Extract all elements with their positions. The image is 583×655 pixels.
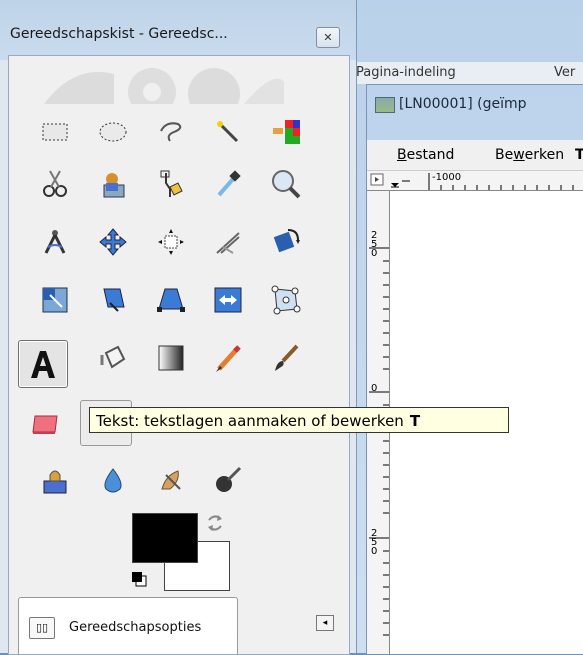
tab-menu-button[interactable]: ◂ bbox=[316, 615, 334, 631]
tool-free-select[interactable] bbox=[148, 112, 194, 152]
blur-icon bbox=[104, 468, 122, 493]
menu-bestand-rest: estand bbox=[406, 147, 455, 163]
tool-foreground-select[interactable] bbox=[90, 164, 136, 204]
tool-cage-transform[interactable] bbox=[263, 280, 309, 320]
tool-paintbrush[interactable] bbox=[263, 338, 309, 378]
tooltip-shortcut: T bbox=[409, 412, 421, 430]
menu-ver[interactable]: Ver bbox=[554, 65, 575, 80]
tool-dodge-burn[interactable] bbox=[205, 460, 251, 500]
wilber-logo bbox=[44, 68, 284, 104]
tool-options-icon: ▯▯ bbox=[29, 617, 55, 639]
shear-icon bbox=[103, 288, 125, 312]
menu-bewerken-a: Be bbox=[495, 147, 514, 163]
tool-clone[interactable] bbox=[32, 460, 78, 500]
tab-tool-options-label: Gereedschapsopties bbox=[69, 620, 202, 635]
zoom-icon bbox=[272, 170, 301, 199]
tool-bucket-fill[interactable] bbox=[90, 338, 136, 378]
select-by-color-icon bbox=[273, 120, 300, 144]
dodge-burn-icon bbox=[216, 466, 242, 492]
foreground-select-icon bbox=[103, 173, 125, 198]
crop-icon bbox=[216, 232, 240, 254]
align-icon bbox=[158, 229, 184, 255]
flip-icon bbox=[214, 287, 242, 313]
background-menubar: Pagina-indeling Ver bbox=[340, 62, 583, 84]
ellipse-select-icon bbox=[99, 122, 127, 142]
perspective-icon bbox=[157, 288, 185, 312]
tool-ellipse-select[interactable] bbox=[90, 112, 136, 152]
tool-rotate[interactable] bbox=[263, 222, 309, 262]
image-menubar: Bestand Bewerken T bbox=[367, 140, 583, 171]
tool-move[interactable] bbox=[90, 222, 136, 262]
tool-select-by-color[interactable] bbox=[263, 112, 309, 152]
tool-zoom[interactable] bbox=[263, 164, 309, 204]
tool-blend[interactable] bbox=[148, 338, 194, 378]
tool-rect-select[interactable] bbox=[32, 112, 78, 152]
close-button[interactable]: ✕ bbox=[316, 27, 340, 48]
free-select-icon bbox=[160, 122, 182, 142]
scissors-select-icon bbox=[43, 170, 67, 197]
menu-bewerken[interactable]: Bewerken bbox=[495, 147, 564, 163]
fuzzy-select-icon bbox=[217, 121, 239, 143]
ruler-top-ticks bbox=[391, 173, 574, 190]
pencil-icon bbox=[216, 345, 241, 372]
clone-icon bbox=[43, 470, 67, 494]
image-window-title: [LN00001] (geïmp bbox=[399, 96, 527, 112]
tool-scissors-select[interactable] bbox=[32, 164, 78, 204]
menu-bestand[interactable]: Bestand bbox=[397, 147, 454, 163]
swap-colors-icon[interactable] bbox=[204, 512, 226, 534]
smudge-icon bbox=[161, 470, 181, 490]
tooltip: Tekst: tekstlagen aanmaken of bewerken T bbox=[89, 407, 509, 433]
ruler-menu-icon bbox=[370, 173, 384, 186]
menu-bewerken-b: erken bbox=[524, 147, 565, 163]
tool-align[interactable] bbox=[148, 222, 194, 262]
rotate-icon bbox=[273, 229, 300, 253]
menu-truncated[interactable]: T bbox=[575, 147, 583, 163]
rect-select-icon bbox=[42, 123, 68, 141]
tool-eraser[interactable] bbox=[22, 404, 68, 444]
tool-flip[interactable] bbox=[205, 280, 251, 320]
toolbox-title: Gereedschapskist - Gereedsc... bbox=[10, 26, 228, 42]
measure-icon bbox=[44, 230, 66, 254]
cage-transform-icon bbox=[271, 285, 301, 315]
menu-bewerken-accel: w bbox=[513, 147, 525, 163]
tool-fuzzy-select[interactable] bbox=[205, 112, 251, 152]
tool-measure[interactable] bbox=[32, 222, 78, 262]
paintbrush-icon bbox=[275, 344, 299, 371]
image-window: [LN00001] (geïmp Bestand Bewerken T -100… bbox=[366, 84, 583, 654]
tool-smudge[interactable] bbox=[148, 460, 194, 500]
tool-scale[interactable] bbox=[32, 280, 78, 320]
tool-text[interactable] bbox=[18, 340, 68, 388]
color-picker-icon bbox=[217, 170, 241, 197]
tool-shear[interactable] bbox=[90, 280, 136, 320]
tab-menu-icon: ◂ bbox=[322, 618, 328, 628]
tool-paths[interactable] bbox=[148, 164, 194, 204]
tool-perspective[interactable] bbox=[148, 280, 194, 320]
foreground-color-swatch[interactable] bbox=[132, 513, 198, 563]
image-thumbnail-icon bbox=[375, 97, 395, 113]
eraser-icon bbox=[32, 415, 58, 434]
bucket-fill-icon bbox=[100, 345, 126, 369]
tool-pencil[interactable] bbox=[205, 338, 251, 378]
horizontal-ruler[interactable]: -1000 bbox=[389, 171, 583, 191]
tool-color-picker[interactable] bbox=[205, 164, 251, 204]
tooltip-text: Tekst: tekstlagen aanmaken of bewerken bbox=[96, 412, 404, 430]
toolbox-window: Gereedschapskist - Gereedsc... ✕ ▯▯ Gere… bbox=[0, 0, 357, 655]
tool-crop[interactable] bbox=[205, 222, 251, 262]
tab-tool-options[interactable]: ▯▯ Gereedschapsopties bbox=[18, 597, 238, 654]
text-tool-icon bbox=[31, 351, 55, 378]
tool-blur[interactable] bbox=[90, 460, 136, 500]
close-icon: ✕ bbox=[323, 31, 333, 44]
scale-icon bbox=[42, 287, 68, 313]
menu-pagina-indeling[interactable]: Pagina-indeling bbox=[356, 65, 456, 80]
menu-bestand-accel: B bbox=[397, 147, 407, 163]
paths-icon bbox=[160, 170, 183, 197]
blend-icon bbox=[158, 345, 184, 371]
move-icon bbox=[99, 228, 127, 256]
ruler-corner-button[interactable] bbox=[367, 171, 390, 191]
default-colors-icon[interactable] bbox=[130, 570, 150, 588]
